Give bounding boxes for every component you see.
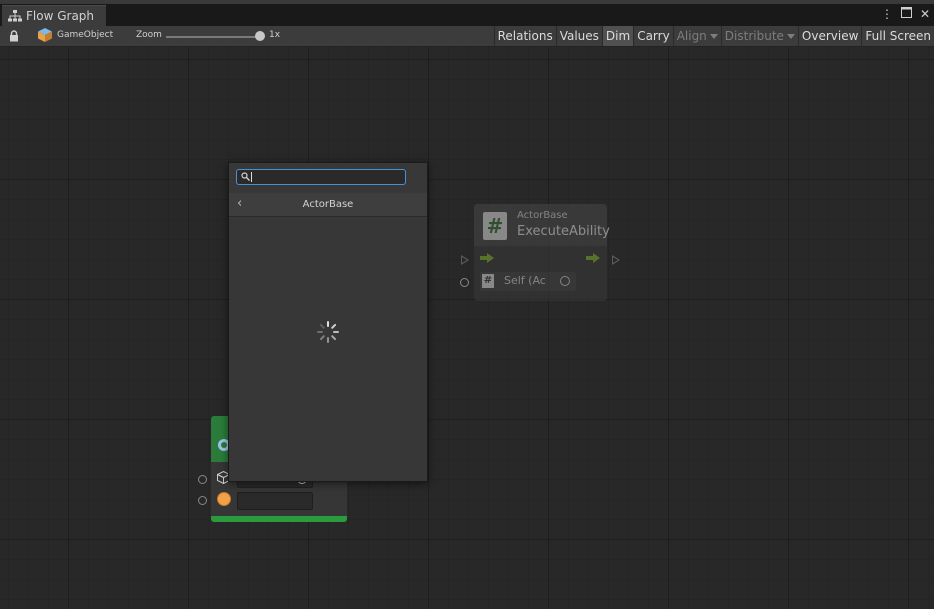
graph-canvas[interactable]	[0, 47, 934, 609]
close-icon[interactable]: ✕	[920, 7, 930, 21]
script-hash-icon: #	[482, 274, 494, 288]
execute-ability-node-body[interactable]: # ActorBase ExecuteAbility # Self (Ac	[474, 204, 610, 301]
window-tab-bar: Flow Graph ⋮ ✕	[0, 0, 934, 26]
script-hash-icon: #	[483, 212, 507, 240]
node-subtitle: ActorBase	[517, 210, 568, 221]
flow-output-port[interactable]	[612, 255, 620, 265]
full-screen-button[interactable]: Full Screen	[861, 26, 934, 46]
carry-button[interactable]: Carry	[633, 26, 673, 46]
node-footer	[211, 516, 347, 522]
maximize-icon[interactable]	[900, 7, 912, 21]
value-input-port[interactable]	[198, 475, 207, 484]
finder-title: ActorBase	[302, 199, 354, 210]
overview-button[interactable]: Overview	[797, 26, 862, 46]
tab-flow-graph[interactable]: Flow Graph	[2, 5, 106, 26]
search-field[interactable]	[236, 169, 406, 185]
editor-top-strip	[0, 0, 934, 4]
window-controls: ⋮ ✕	[881, 7, 930, 21]
node-header: # ActorBase ExecuteAbility	[474, 204, 610, 246]
text-caret	[251, 172, 252, 182]
flow-input-port[interactable]	[461, 255, 469, 265]
value-input-port[interactable]	[460, 278, 469, 287]
flow-graph-icon	[8, 10, 22, 22]
finder-header: ‹ ActorBase	[229, 193, 427, 217]
value-field[interactable]	[237, 492, 313, 510]
values-button[interactable]: Values	[555, 26, 602, 46]
value-type-icon	[217, 492, 231, 506]
zoom-value: 1x	[269, 30, 281, 40]
tab-title: Flow Graph	[26, 9, 95, 23]
chevron-down-icon	[786, 34, 795, 39]
zoom-label: Zoom	[136, 30, 162, 40]
graph-toolbar: GameObject Zoom 1x Relations Values Dim …	[0, 26, 934, 47]
flow-arrow-icon	[480, 253, 494, 263]
search-input[interactable]	[251, 170, 401, 184]
toolbar-buttons: Relations Values Dim Carry Align Distrib…	[493, 26, 934, 46]
distribute-dropdown[interactable]: Distribute	[720, 26, 798, 46]
flow-graph-window: Flow Graph ⋮ ✕ GameObject Zoom 1x Relati…	[0, 0, 934, 609]
zoom-slider-track[interactable]	[166, 36, 262, 38]
loading-spinner-icon	[317, 321, 339, 343]
value-input-port[interactable]	[198, 496, 207, 505]
finder-results	[229, 218, 427, 481]
target-gameobject[interactable]: GameObject	[37, 28, 113, 42]
relations-button[interactable]: Relations	[493, 26, 556, 46]
zoom-slider-thumb[interactable]	[255, 31, 265, 41]
object-picker-icon[interactable]	[560, 276, 570, 286]
node-title: ExecuteAbility	[517, 224, 610, 239]
target-label: GameObject	[57, 30, 114, 40]
align-dropdown[interactable]: Align	[672, 26, 721, 46]
self-field[interactable]: # Self (Ac	[480, 272, 576, 291]
gameobject-icon	[38, 28, 52, 42]
self-field-value: Self (Ac	[504, 274, 546, 287]
lock-icon[interactable]	[9, 30, 19, 42]
more-vert-icon[interactable]: ⋮	[881, 7, 893, 21]
flow-arrow-icon	[586, 253, 600, 263]
chevron-down-icon	[709, 34, 718, 39]
dim-button[interactable]: Dim	[601, 26, 634, 46]
fuzzy-finder-popup[interactable]: ‹ ActorBase	[228, 162, 428, 482]
search-icon	[241, 172, 250, 181]
